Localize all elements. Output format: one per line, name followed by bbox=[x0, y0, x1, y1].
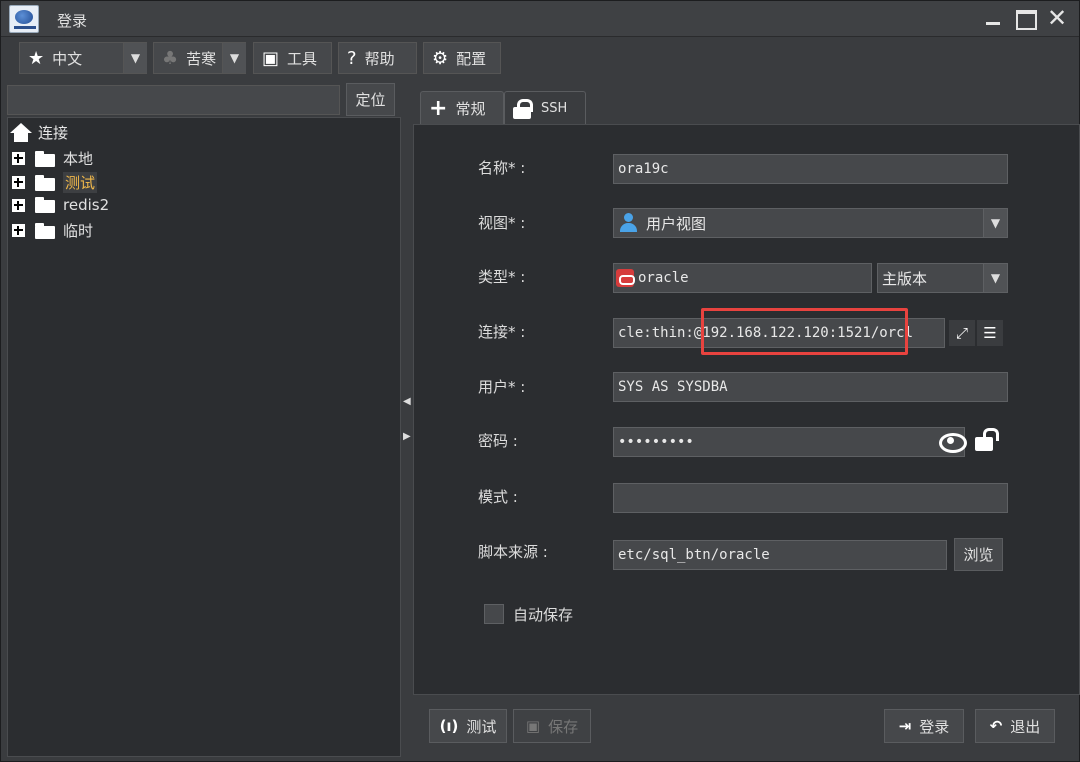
script-source-field[interactable]: etc/sql_btn/oracle bbox=[613, 540, 947, 570]
lock-icon bbox=[513, 98, 533, 119]
view-value: 用户视图 bbox=[646, 214, 707, 233]
exit-button[interactable]: ↶ 退出 bbox=[975, 709, 1055, 743]
tree-item-local[interactable]: 本地 bbox=[12, 148, 93, 169]
antenna-icon: (ı) bbox=[439, 717, 459, 735]
eye-icon[interactable] bbox=[939, 431, 967, 453]
user-label: 用户* : bbox=[478, 378, 526, 396]
expand-icon[interactable] bbox=[12, 152, 25, 165]
tab-ssh[interactable]: SSH bbox=[504, 91, 586, 125]
close-icon[interactable]: ✕ bbox=[1045, 6, 1069, 31]
tree-item-label: redis2 bbox=[63, 196, 110, 214]
exit-label: 退出 bbox=[1010, 717, 1041, 736]
browse-button[interactable]: 浏览 bbox=[954, 538, 1003, 571]
title-bar: 登录 ✕ bbox=[1, 1, 1079, 37]
type-value: oracle bbox=[638, 270, 689, 286]
save-icon: ▣ bbox=[525, 717, 541, 735]
list-indent-icon[interactable]: ☰ bbox=[977, 320, 1003, 346]
connection-label: 连接* : bbox=[478, 323, 526, 341]
view-label: 视图* : bbox=[478, 214, 526, 232]
highlight-annotation bbox=[701, 308, 908, 355]
folder-icon bbox=[35, 150, 55, 167]
tools-button[interactable]: ▣ 工具 bbox=[253, 42, 332, 74]
toolbar: ★ 中文 ▼ ♣ 苦寒 ▼ ▣ 工具 ? 帮助 ⚙ 配置 bbox=[1, 38, 1079, 80]
app-logo-icon bbox=[9, 5, 39, 33]
autosave-label: 自动保存 bbox=[513, 606, 574, 624]
chevron-down-icon[interactable]: ▼ bbox=[123, 43, 147, 73]
tree-item-label: 测试 bbox=[63, 172, 98, 193]
tab-ssh-label: SSH bbox=[541, 101, 568, 116]
star-icon: ★ bbox=[28, 47, 45, 69]
autosave-checkbox[interactable] bbox=[484, 604, 504, 624]
config-button[interactable]: ⚙ 配置 bbox=[423, 42, 501, 74]
collapse-left-icon[interactable]: ◀ bbox=[403, 396, 411, 407]
undo-icon: ↶ bbox=[989, 717, 1003, 735]
expand-icon[interactable] bbox=[12, 224, 25, 237]
tree-item-redis2[interactable]: redis2 bbox=[12, 196, 109, 214]
tab-general[interactable]: + 常规 bbox=[420, 91, 504, 125]
folder-icon bbox=[35, 197, 55, 213]
language-select[interactable]: ★ 中文 ▼ bbox=[19, 42, 147, 74]
theme-label: 苦寒 bbox=[186, 49, 217, 68]
version-value: 主版本 bbox=[882, 269, 928, 288]
chevron-down-icon[interactable]: ▼ bbox=[983, 209, 1007, 237]
chevron-down-icon[interactable]: ▼ bbox=[983, 264, 1007, 292]
type-field[interactable]: oracle bbox=[613, 263, 872, 293]
expand-icon[interactable] bbox=[12, 176, 25, 189]
schema-field[interactable] bbox=[613, 483, 1008, 513]
leaf-icon: ♣ bbox=[162, 47, 179, 69]
plus-icon: + bbox=[429, 95, 448, 121]
user-icon bbox=[620, 213, 637, 233]
folder-icon bbox=[35, 174, 55, 191]
tree-item-label: 临时 bbox=[63, 222, 94, 240]
tree-item-label: 本地 bbox=[63, 150, 94, 168]
help-label: 帮助 bbox=[364, 49, 395, 68]
sign-in-icon: ⇥ bbox=[898, 717, 912, 735]
test-button[interactable]: (ı) 测试 bbox=[429, 709, 507, 743]
oracle-icon bbox=[616, 269, 635, 287]
tree-item-temp[interactable]: 临时 bbox=[12, 220, 93, 241]
save-button[interactable]: ▣ 保存 bbox=[513, 709, 591, 743]
expand-right-icon[interactable]: ▶ bbox=[403, 431, 411, 442]
config-label: 配置 bbox=[456, 49, 487, 68]
name-field[interactable]: ora19c bbox=[613, 154, 1008, 184]
name-label: 名称* : bbox=[478, 159, 526, 177]
window-title: 登录 bbox=[57, 12, 88, 30]
tools-label: 工具 bbox=[287, 49, 318, 68]
connection-tree: 连接 本地 测试 redis2 临时 bbox=[7, 117, 401, 757]
password-field[interactable]: ••••••••• bbox=[613, 427, 965, 457]
locate-button[interactable]: 定位 bbox=[346, 83, 395, 116]
type-label: 类型* : bbox=[478, 268, 526, 286]
tree-item-test[interactable]: 测试 bbox=[12, 172, 98, 193]
help-icon: ? bbox=[347, 47, 357, 69]
version-select[interactable]: 主版本 ▼ bbox=[877, 263, 1008, 293]
maximize-icon[interactable] bbox=[1013, 7, 1037, 31]
help-button[interactable]: ? 帮助 bbox=[338, 42, 417, 74]
tree-root-label: 连接 bbox=[38, 124, 69, 142]
view-select[interactable]: 用户视图 ▼ bbox=[613, 208, 1008, 238]
login-window: 登录 ✕ ★ 中文 ▼ ♣ 苦寒 ▼ ▣ 工具 ? 帮助 ⚙ 配置 定位 连接 … bbox=[0, 0, 1080, 762]
password-label: 密码 : bbox=[478, 432, 518, 450]
tree-search-input[interactable] bbox=[7, 85, 340, 115]
language-label: 中文 bbox=[52, 49, 83, 68]
chevron-down-icon[interactable]: ▼ bbox=[222, 43, 246, 73]
gear-icon: ⚙ bbox=[432, 47, 449, 69]
save-label: 保存 bbox=[548, 717, 579, 736]
test-label: 测试 bbox=[466, 717, 497, 736]
tab-general-label: 常规 bbox=[455, 100, 486, 118]
minimize-icon[interactable] bbox=[981, 7, 1005, 31]
home-icon bbox=[10, 122, 32, 143]
toolbox-icon: ▣ bbox=[262, 47, 280, 69]
folder-icon bbox=[35, 222, 55, 239]
theme-select[interactable]: ♣ 苦寒 ▼ bbox=[153, 42, 246, 74]
user-field[interactable]: SYS AS SYSDBA bbox=[613, 372, 1008, 402]
login-button[interactable]: ⇥ 登录 bbox=[884, 709, 964, 743]
unlock-icon[interactable] bbox=[975, 428, 999, 452]
schema-label: 模式 : bbox=[478, 488, 518, 506]
expand-icon[interactable] bbox=[12, 198, 25, 212]
tree-root[interactable]: 连接 bbox=[10, 122, 68, 143]
login-label: 登录 bbox=[919, 717, 950, 736]
script-source-label: 脚本来源 : bbox=[478, 543, 548, 561]
expand-icon[interactable]: ⤢ bbox=[949, 320, 975, 346]
